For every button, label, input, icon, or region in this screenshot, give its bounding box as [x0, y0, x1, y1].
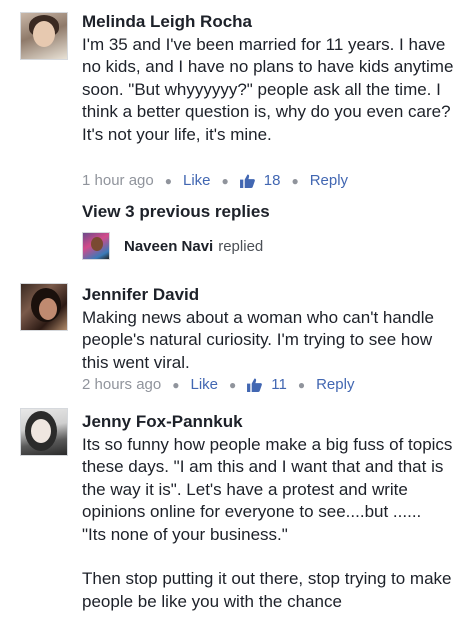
- avatar[interactable]: [20, 12, 68, 60]
- comment-author[interactable]: Jenny Fox-Pannkuk: [82, 412, 243, 432]
- comment-timestamp[interactable]: 2 hours ago: [82, 376, 161, 393]
- separator-dot: ●: [291, 173, 299, 188]
- avatar[interactable]: [20, 283, 68, 331]
- avatar[interactable]: [20, 408, 68, 456]
- comment-text: Making news about a woman who can't hand…: [82, 308, 434, 372]
- like-count[interactable]: 11: [247, 376, 287, 393]
- thumbs-up-icon: [239, 173, 255, 188]
- reply-preview[interactable]: Naveen Navi replied: [82, 232, 263, 260]
- comment-actions: 2 hours ago ● Like ● 11 ● Reply: [82, 376, 354, 393]
- reply-button[interactable]: Reply: [316, 376, 354, 393]
- separator-dot: ●: [221, 173, 229, 188]
- comment-text: Its so funny how people make a big fuss …: [82, 435, 453, 611]
- comment-text: I'm 35 and I've been married for 11 year…: [82, 35, 454, 144]
- comment-author[interactable]: Melinda Leigh Rocha: [82, 12, 252, 32]
- replied-label: replied: [218, 237, 264, 255]
- like-count[interactable]: 18: [239, 172, 281, 189]
- thumbs-up-icon: [247, 377, 263, 392]
- comment-timestamp[interactable]: 1 hour ago: [82, 172, 154, 189]
- avatar[interactable]: [82, 232, 110, 260]
- like-button[interactable]: Like: [190, 376, 218, 393]
- like-count-value: 11: [271, 376, 287, 393]
- view-previous-replies[interactable]: View 3 previous replies: [82, 202, 270, 222]
- separator-dot: ●: [297, 377, 306, 392]
- comment-actions: 1 hour ago ● Like ● 18 ● Reply: [82, 172, 348, 189]
- replier-name[interactable]: Naveen Navi: [124, 238, 213, 255]
- like-count-value: 18: [263, 172, 281, 189]
- comment-author[interactable]: Jennifer David: [82, 285, 199, 305]
- reply-button[interactable]: Reply: [310, 172, 348, 189]
- separator-dot: ●: [229, 377, 237, 392]
- separator-dot: ●: [172, 377, 180, 392]
- separator-dot: ●: [164, 173, 172, 188]
- like-button[interactable]: Like: [183, 172, 211, 189]
